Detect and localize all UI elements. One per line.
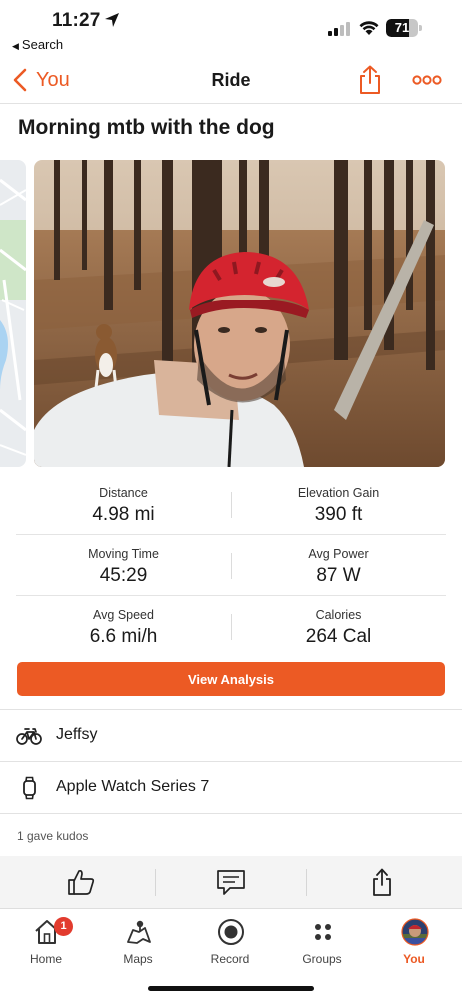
bike-name: Jeffsy: [56, 726, 98, 743]
thumbs-up-icon[interactable]: [66, 868, 96, 896]
stat-label: Elevation Gain: [297, 486, 380, 500]
groups-icon: [315, 924, 331, 940]
route-map-thumbnail[interactable]: [0, 160, 26, 467]
maps-icon: [127, 920, 151, 944]
stat-value: 45:29: [99, 565, 148, 586]
stat-avg-power: Avg Power 87 W: [231, 535, 446, 596]
stat-label: Calories: [315, 608, 362, 622]
stat-avg-speed: Avg Speed 6.6 mi/h: [16, 596, 231, 657]
stat-value: 264 Cal: [305, 626, 372, 647]
divider: [0, 813, 462, 814]
tab-label: Record: [210, 952, 250, 966]
back-to-search-link[interactable]: ◀ Search: [12, 37, 63, 52]
wifi-icon: [359, 21, 379, 35]
home-indicator[interactable]: [148, 986, 314, 991]
selfie-photo: [34, 160, 445, 467]
stat-distance: Distance 4.98 mi: [16, 474, 231, 535]
stat-label: Avg Speed: [93, 608, 154, 622]
tab-you[interactable]: You: [368, 914, 460, 974]
back-label: You: [36, 68, 70, 91]
stat-label: Avg Power: [308, 547, 369, 561]
gear-row-device[interactable]: Apple Watch Series 7: [0, 761, 462, 813]
status-time: 11:27: [52, 10, 101, 31]
back-button[interactable]: You: [12, 66, 70, 94]
activity-stats: Distance 4.98 mi Elevation Gain 390 ft M…: [16, 474, 446, 657]
back-app-label: Search: [21, 37, 64, 52]
tab-label: Maps: [123, 952, 153, 966]
battery-level: 71: [394, 20, 410, 35]
view-analysis-button[interactable]: View Analysis: [17, 662, 445, 696]
activity-photo[interactable]: [34, 160, 445, 467]
avatar-icon: [401, 918, 429, 946]
action-divider: [155, 869, 156, 896]
activity-title: Morning mtb with the dog: [18, 116, 275, 139]
tab-label: You: [403, 952, 425, 966]
kudos-count[interactable]: 1 gave kudos: [17, 829, 88, 843]
comment-icon[interactable]: [216, 868, 246, 896]
stat-row: Distance 4.98 mi Elevation Gain 390 ft: [16, 474, 446, 535]
stat-elevation-gain: Elevation Gain 390 ft: [231, 474, 446, 535]
back-triangle-icon: ◀: [12, 41, 19, 51]
tab-label: Groups: [302, 952, 342, 966]
share-activity-icon[interactable]: [367, 868, 397, 896]
tab-label: Home: [29, 952, 62, 966]
stat-value: 6.6 mi/h: [89, 626, 158, 647]
action-bar: [0, 856, 462, 909]
stat-value: 390 ft: [314, 504, 363, 525]
nav-bar: You Ride: [0, 56, 462, 104]
record-icon: [218, 919, 244, 945]
stat-calories: Calories 264 Cal: [231, 596, 446, 657]
chevron-left-icon: [13, 68, 27, 92]
stat-value: 4.98 mi: [92, 504, 155, 525]
cellular-signal-icon: [328, 22, 350, 36]
stat-row: Avg Speed 6.6 mi/h Calories 264 Cal: [16, 596, 446, 657]
more-options-icon[interactable]: [412, 70, 442, 90]
stat-value: 87 W: [316, 565, 361, 586]
stat-label: Distance: [99, 486, 148, 500]
bike-icon: [16, 728, 42, 745]
stat-label: Moving Time: [88, 547, 159, 561]
status-bar: 11:27 ◀ Search 71: [0, 0, 462, 56]
battery-indicator: 71: [386, 19, 422, 37]
stat-row: Moving Time 45:29 Avg Power 87 W: [16, 535, 446, 596]
tab-groups[interactable]: Groups: [276, 914, 368, 974]
share-icon[interactable]: [356, 65, 384, 95]
tab-home[interactable]: 1 Home: [0, 914, 92, 974]
tab-maps[interactable]: Maps: [92, 914, 184, 974]
action-divider: [306, 869, 307, 896]
notification-badge: 1: [54, 917, 73, 936]
tab-record[interactable]: Record: [184, 914, 276, 974]
location-arrow-icon: [105, 13, 119, 27]
watch-icon: [23, 776, 36, 800]
stat-moving-time: Moving Time 45:29: [16, 535, 231, 596]
device-name: Apple Watch Series 7: [56, 778, 210, 795]
map-image: [0, 160, 26, 467]
gear-row-bike[interactable]: Jeffsy: [0, 709, 462, 761]
